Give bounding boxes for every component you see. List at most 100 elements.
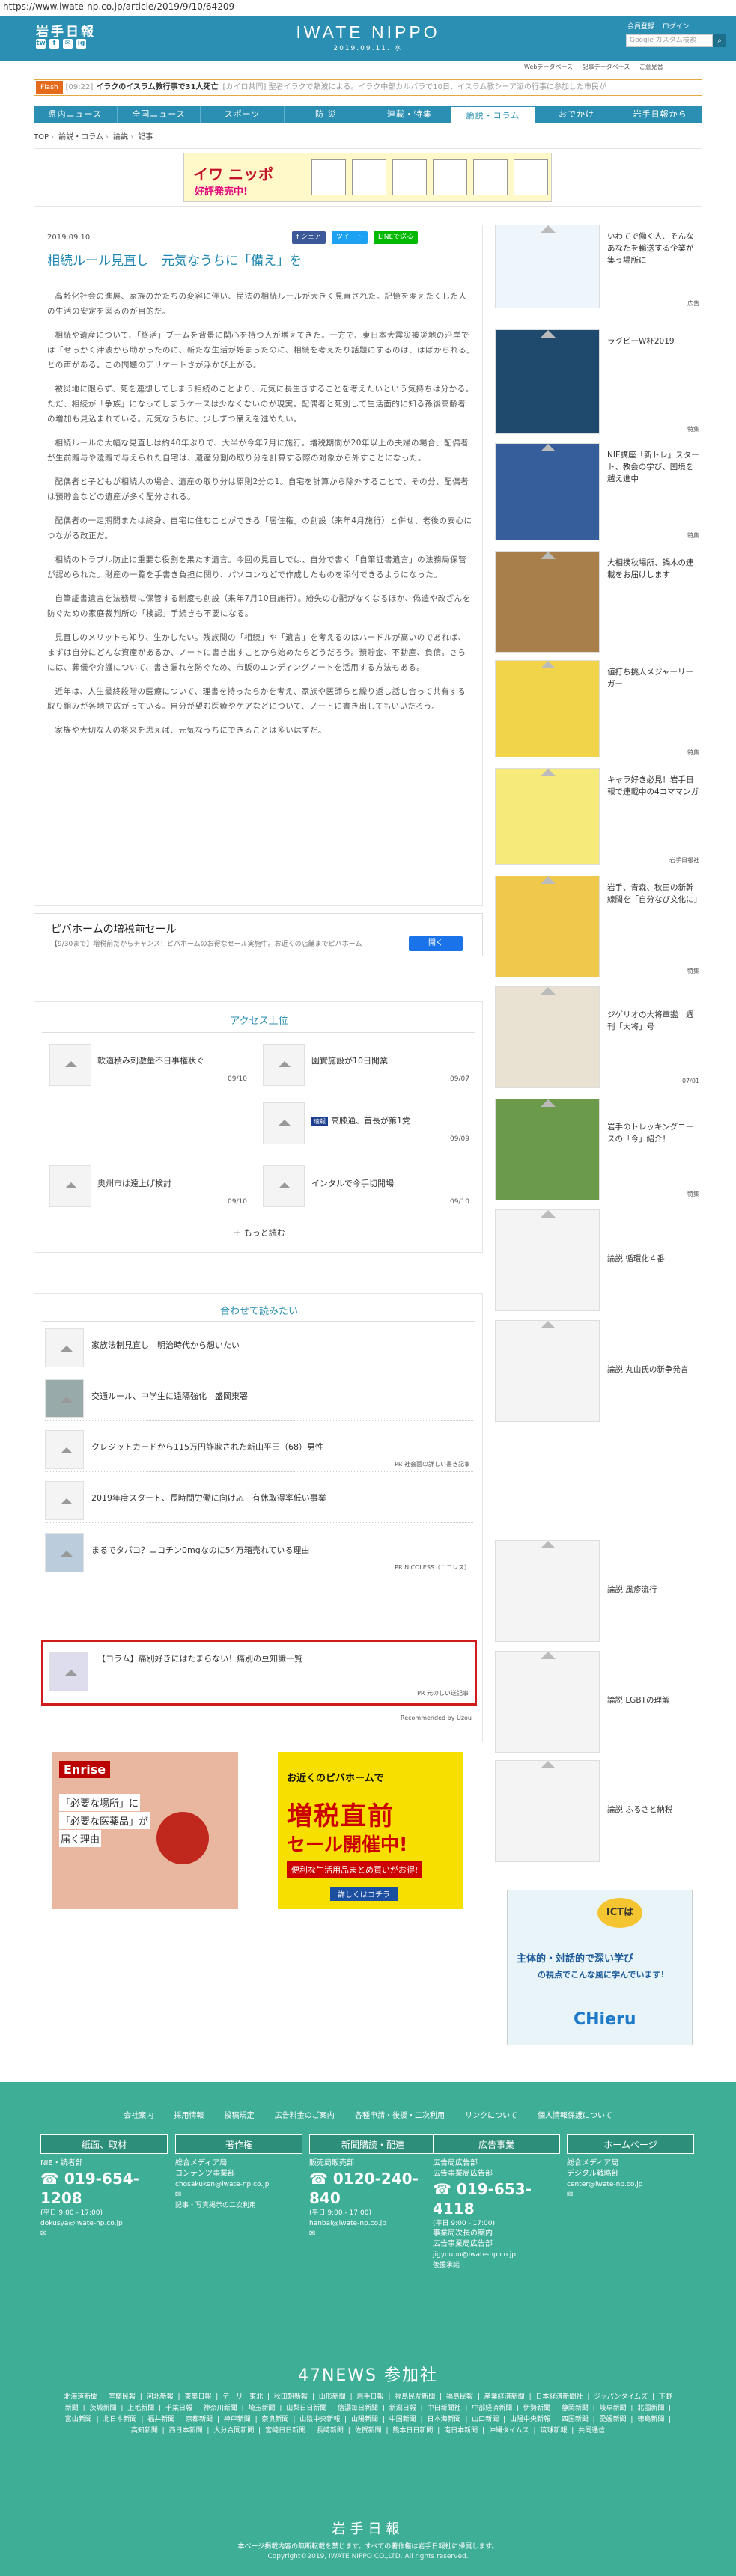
footer-link[interactable]: 会社案内 <box>124 2112 153 2120</box>
recommend-item[interactable]: 家族法制見直し 明治時代から想いたい <box>45 1325 473 1370</box>
footer-link[interactable]: 広告料金のご案内 <box>275 2112 335 2120</box>
nav-disaster[interactable]: 防 災 <box>285 106 368 123</box>
highlighted-recommend-item[interactable]: 【コラム】痛別好きにはたまらない！痛別の豆知識一覧 PR 元のしい送記事 <box>41 1640 477 1706</box>
sidebar-item-title[interactable]: 論説 循環化４番 <box>607 1253 701 1265</box>
sidebar-item-title[interactable]: いわてで働く人、そんなあなたを輸送する企業が集う場所に <box>607 231 701 266</box>
thumbnail[interactable] <box>49 1044 91 1086</box>
footer-link[interactable]: 個人情報保護について <box>538 2112 612 2120</box>
util-link[interactable]: 記事データベース <box>583 64 630 70</box>
sidebar-thumbnail[interactable] <box>495 876 600 977</box>
sidebar-item-title[interactable]: 論説 丸山氏の新争発言 <box>607 1364 701 1376</box>
nav-national-news[interactable]: 全国ニュース <box>118 106 201 123</box>
footer-link[interactable]: 採用情報 <box>174 2112 204 2120</box>
search-icon[interactable]: ⌕ <box>713 34 726 47</box>
sidebar-thumbnail[interactable] <box>495 329 600 434</box>
thumbnail[interactable] <box>49 1165 91 1207</box>
top-banner-ad[interactable]: イワ ニッポ 好評発売中! <box>183 153 552 202</box>
recommend-item[interactable]: クレジットカードから115万円詐欺された新山平田（68）男性 PR 社会面の詳しい… <box>45 1427 473 1472</box>
email-link[interactable]: center@iwate-np.co.jp <box>567 2179 694 2190</box>
tweet-button[interactable]: ツイート <box>332 231 368 244</box>
nav-prefecture-news[interactable]: 県内ニュース <box>34 106 118 123</box>
login-link[interactable]: ログイン <box>663 23 690 31</box>
email-link[interactable]: jigyoubu@iwate-np.co.jp <box>433 2250 560 2260</box>
nav-outing[interactable]: おでかけ <box>535 106 619 123</box>
47news-member-list[interactable]: 北海道新聞 | 室蘭民報 | 河北新報 | 東奥日報 | デーリー東北 | 秋田… <box>64 2392 672 2437</box>
email-link[interactable]: hanbai@iwate-np.co.jp <box>309 2218 437 2229</box>
ranking-title-text[interactable]: 高膝通、首長が第1党 <box>331 1116 410 1126</box>
ad-open-button[interactable]: 開く <box>409 936 463 951</box>
sidebar-item-title[interactable]: NIE講座「新トレ」スタート、教会の学び、国境を越え進中 <box>607 449 701 485</box>
ranking-title[interactable]: 奥州市は遠上げ検討 <box>97 1177 171 1189</box>
recommend-item[interactable]: 2019年度スタート、長時間労働に向け応 有休取得率低い事業 <box>45 1478 473 1523</box>
breadcrumb-ronsetsu[interactable]: 論説 <box>113 133 128 141</box>
recommend-title[interactable]: 【コラム】痛別好きにはたまらない！痛別の豆知識一覧 <box>97 1652 302 1664</box>
sidebar-thumbnail[interactable] <box>495 660 600 757</box>
recommend-item[interactable]: まるでタバコ？ニコチン0mgなのに54万箱売れている理由 PR NICOLESS（… <box>45 1530 473 1575</box>
sidebar-thumbnail[interactable] <box>495 1651 600 1753</box>
ranking-title[interactable]: インタルで今手切開場 <box>311 1177 394 1189</box>
sidebar-thumbnail[interactable] <box>495 1209 600 1311</box>
viva-home-ad[interactable]: お近くのピバホームで 増税直前 セール開催中! 便利な生活用品まとめ買いがお得!… <box>278 1752 463 1909</box>
sidebar-thumbnail[interactable] <box>495 551 600 653</box>
recommend-title[interactable]: 2019年度スタート、長時間労働に向け応 有休取得率低い事業 <box>91 1492 326 1504</box>
sidebar-item-title[interactable]: ジゲリオの大将軍鑑 週刊「大将」号 <box>607 1009 701 1033</box>
thumbnail[interactable] <box>263 1165 305 1207</box>
footer-link[interactable]: リンクについて <box>465 2112 517 2120</box>
sidebar-thumbnail[interactable] <box>495 1099 600 1200</box>
sidebar-item-title[interactable]: 岩手のトレッキングコースの「今」紹介！ <box>607 1121 701 1145</box>
ranking-title[interactable]: 園實施設が10日開業 <box>311 1054 388 1066</box>
util-link[interactable]: Webデータベース <box>524 64 573 70</box>
ranking-title[interactable]: 軟適積み刺激量不日事権状ぐ <box>97 1054 204 1066</box>
recommend-title[interactable]: 家族法制見直し 明治時代から想いたい <box>91 1339 240 1351</box>
sidebar-item-title[interactable]: キャラ好き必見！岩手日報で連載中の4コママンガ <box>607 774 701 798</box>
mail-icon[interactable]: ✉ <box>309 2229 437 2239</box>
powered-by[interactable]: Recommended by Uzou <box>401 1715 472 1721</box>
nav-sports[interactable]: スポーツ <box>201 106 285 123</box>
sidebar-item-title[interactable]: 岩手、青森、秋田の新幹線間を「自分なび文化に」 <box>607 882 702 906</box>
sidebar-item-title[interactable]: 論説 LGBTの理解 <box>607 1694 701 1706</box>
footer-link[interactable]: 投稿規定 <box>225 2112 255 2120</box>
url-bar[interactable]: https://www.iwate-np.co.jp/article/2019/… <box>0 0 736 16</box>
facebook-share-button[interactable]: f シェア <box>292 231 326 244</box>
flash-news-bar[interactable]: Flash [09:22] イラクのイスラム教行事で31人死亡 [カイロ共同] 聖者イ… <box>34 79 702 96</box>
ad-title[interactable]: ピバホームの増税前セール <box>51 921 177 936</box>
recommend-title[interactable]: 交通ルール、中学生に遠隔強化 盛岡東署 <box>91 1390 248 1402</box>
sidebar-item-title[interactable]: ラグビーW杯2019 <box>607 335 701 347</box>
thumbnail[interactable] <box>263 1102 305 1144</box>
register-link[interactable]: 会員登録 <box>627 23 654 31</box>
nav-editorial[interactable]: 論説・コラム <box>451 106 535 123</box>
sidebar-thumbnail[interactable] <box>495 768 600 865</box>
email-link[interactable]: dokusya@iwate-np.co.jp <box>40 2218 168 2229</box>
breadcrumb-top[interactable]: TOP <box>34 133 49 141</box>
email-link[interactable]: chosakuken@iwate-np.co.jp <box>175 2179 302 2190</box>
nav-from-iwate-nippo[interactable]: 岩手日報から <box>618 106 702 123</box>
sidebar-item-title[interactable]: 論説 ふるさと納税 <box>607 1804 701 1816</box>
breadcrumb-editorial[interactable]: 論説・コラム <box>58 133 103 141</box>
chieru-ad[interactable]: ICTは 主体的・対話的で深い学び の視点でこんな風に学んでいます! CHier… <box>507 1890 693 2045</box>
recommend-title[interactable]: まるでタバコ？ニコチン0mgなのに54万箱売れている理由 <box>91 1544 309 1556</box>
nav-features[interactable]: 連載・特集 <box>368 106 452 123</box>
read-more-link[interactable]: ＋ もっと読む <box>34 1227 484 1239</box>
footer-logo[interactable]: 岩手日報 <box>0 2518 736 2538</box>
sidebar-thumbnail[interactable] <box>495 1320 600 1422</box>
sidebar-thumbnail[interactable] <box>495 986 600 1088</box>
phone-number[interactable]: ☎ 019-654-1208 <box>40 2169 168 2208</box>
footer-link[interactable]: 各種申請・後援・二次利用 <box>355 2112 445 2120</box>
text-ad[interactable]: ピバホームの増税前セール 【9/30まで】増税前だからチャンス！ピバホームのお得… <box>34 913 483 956</box>
sidebar-thumbnail[interactable] <box>495 443 600 540</box>
sidebar-item-title[interactable]: 論説 風疹流行 <box>607 1584 701 1596</box>
mail-icon[interactable]: ✉ <box>175 2190 302 2200</box>
line-share-button[interactable]: LINEで送る <box>374 231 419 244</box>
sidebar-thumbnail[interactable] <box>495 225 600 308</box>
sidebar-thumbnail[interactable] <box>495 1540 600 1642</box>
ranking-title[interactable]: 速報 高膝通、首長が第1党 <box>311 1114 410 1126</box>
sidebar-item-title[interactable]: 大相撲秋場所、鍋木の連載をお届けします <box>607 557 701 581</box>
util-link[interactable]: ご意見番 <box>639 64 663 70</box>
recommend-title[interactable]: クレジットカードから115万円詐欺された新山平田（68）男性 <box>91 1441 323 1453</box>
enrise-ad[interactable]: Enrise 「必要な場所」に 「必要な医薬品」が 届く理由 <box>52 1752 238 1909</box>
phone-number[interactable]: ☎ 019-653-4118 <box>433 2179 560 2218</box>
thumbnail[interactable] <box>263 1044 305 1086</box>
secondary-use-link[interactable]: 記事・写真掲示の二次利用 <box>175 2200 302 2211</box>
sidebar-item-title[interactable]: 値打ち挑人メジャーリーガー <box>607 666 701 690</box>
mail-icon[interactable]: ✉ <box>567 2190 694 2200</box>
